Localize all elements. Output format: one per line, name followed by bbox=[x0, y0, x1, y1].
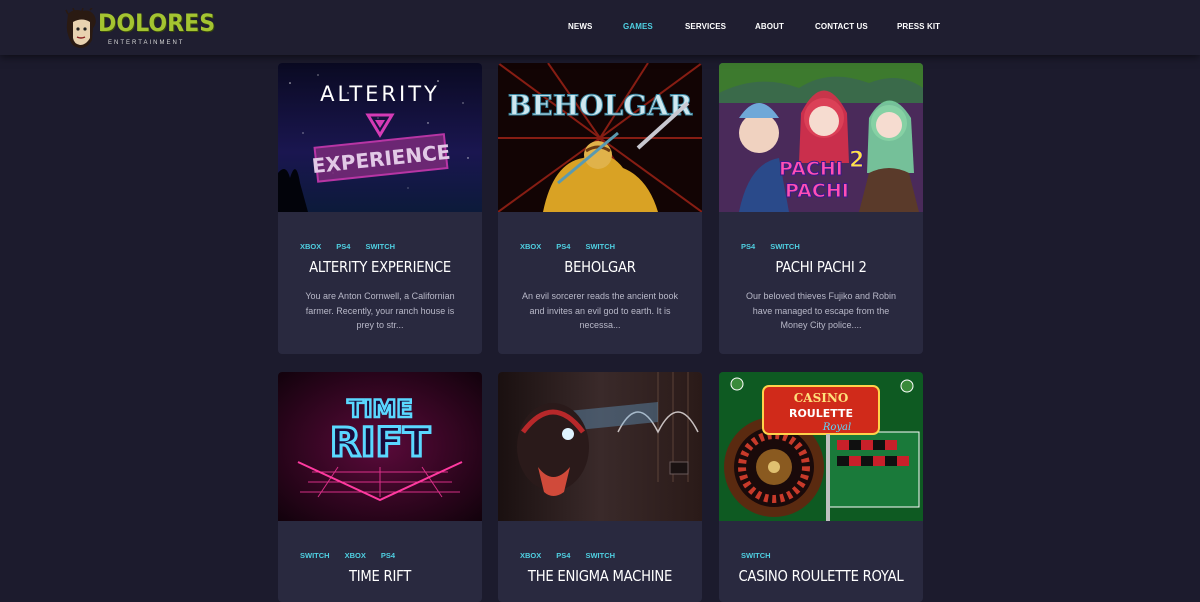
nav-item-games[interactable]: GAMES bbox=[623, 22, 653, 31]
game-cover-image[interactable] bbox=[498, 372, 702, 521]
cover-art-tagline: Royal bbox=[822, 422, 851, 433]
platform-tags: SWITCH bbox=[719, 545, 923, 563]
game-card[interactable]: ALTERITY EXPERIENCE XBOX PS4 SWITCH ALTERI… bbox=[278, 63, 482, 354]
game-description: You are Anton Cornwell, a Californian fa… bbox=[305, 291, 455, 330]
logo-subtitle: ENTERTAINMENT bbox=[108, 40, 185, 46]
platform-tags: XBOX PS4 SWITCH bbox=[498, 236, 702, 254]
platform-tag[interactable]: PS4 bbox=[741, 242, 755, 251]
platform-tag[interactable]: XBOX bbox=[520, 551, 541, 560]
platform-tag[interactable]: XBOX bbox=[345, 551, 366, 560]
game-description: Our beloved thieves Fujiko and Robin hav… bbox=[745, 291, 897, 330]
platform-tag[interactable]: SWITCH bbox=[300, 551, 330, 560]
game-cover-image[interactable]: ALTERITY EXPERIENCE bbox=[278, 63, 482, 212]
nav-item-services[interactable]: SERVICES bbox=[685, 22, 726, 31]
cover-art-title: BEHOLGAR bbox=[508, 89, 693, 122]
game-description: An evil sorcerer reads the ancient book … bbox=[521, 291, 679, 330]
platform-tag[interactable]: SWITCH bbox=[585, 551, 615, 560]
platform-tag[interactable]: PS4 bbox=[556, 551, 570, 560]
platform-tag[interactable]: SWITCH bbox=[365, 242, 395, 251]
game-title[interactable]: THE ENIGMA MACHINE bbox=[510, 567, 690, 585]
platform-tag[interactable]: SWITCH bbox=[741, 551, 771, 560]
site-header: DOLORES ENTERTAINMENT NEWS GAMES SERVICE… bbox=[0, 0, 1200, 55]
game-card[interactable]: CASINO ROULETTE Royal SWITCH CASINO ROUL… bbox=[719, 372, 923, 602]
game-title[interactable]: ALTERITY EXPERIENCE bbox=[290, 258, 470, 276]
platform-tag[interactable]: PS4 bbox=[336, 242, 350, 251]
platform-tag[interactable]: PS4 bbox=[381, 551, 395, 560]
cover-art-title-2: PACHI bbox=[785, 180, 849, 202]
cover-art-title: ALTERITY bbox=[320, 82, 440, 106]
logo-wordmark: DOLORES bbox=[98, 9, 216, 37]
game-cover-image[interactable]: BEHOLGAR bbox=[498, 63, 702, 212]
cover-art-title: PACHI bbox=[779, 158, 843, 180]
cover-art-subtitle: RIFT bbox=[330, 420, 431, 466]
game-card[interactable]: BEHOLGAR XBOX PS4 SWITCH BEHOLGAR An evil … bbox=[498, 63, 702, 354]
platform-tags: SWITCH XBOX PS4 bbox=[278, 545, 482, 563]
game-title[interactable]: TIME RIFT bbox=[290, 567, 470, 585]
logo-mascot-icon bbox=[65, 8, 96, 48]
platform-tags: XBOX PS4 SWITCH bbox=[498, 545, 702, 563]
nav-item-news[interactable]: NEWS bbox=[568, 22, 592, 31]
platform-tags: PS4 SWITCH bbox=[719, 236, 923, 254]
game-cover-image[interactable]: TIME RIFT bbox=[278, 372, 482, 521]
platform-tag[interactable]: XBOX bbox=[300, 242, 321, 251]
cover-art-title: CASINO bbox=[794, 391, 849, 405]
game-cover-image[interactable]: CASINO ROULETTE Royal bbox=[719, 372, 923, 521]
nav-item-press-kit[interactable]: PRESS KIT bbox=[897, 22, 940, 31]
platform-tag[interactable]: SWITCH bbox=[585, 242, 615, 251]
game-card[interactable]: XBOX PS4 SWITCH THE ENIGMA MACHINE bbox=[498, 372, 702, 602]
site-logo[interactable]: DOLORES ENTERTAINMENT bbox=[64, 6, 215, 52]
game-card[interactable]: TIME RIFT SWITCH XBOX PS4 TIME RIFT bbox=[278, 372, 482, 602]
game-title[interactable]: PACHI PACHI 2 bbox=[731, 258, 911, 276]
nav-item-contact-us[interactable]: CONTACT US bbox=[815, 22, 868, 31]
game-title[interactable]: CASINO ROULETTE ROYAL bbox=[731, 567, 911, 585]
cover-art-title: TIME bbox=[347, 395, 413, 423]
platform-tags: XBOX PS4 SWITCH bbox=[278, 236, 482, 254]
game-title[interactable]: BEHOLGAR bbox=[510, 258, 690, 276]
nav-item-about[interactable]: ABOUT bbox=[755, 22, 784, 31]
game-cover-image[interactable]: PACHI PACHI 2 bbox=[719, 63, 923, 212]
platform-tag[interactable]: SWITCH bbox=[770, 242, 800, 251]
platform-tag[interactable]: XBOX bbox=[520, 242, 541, 251]
game-card[interactable]: PACHI PACHI 2 PS4 SWITCH PACHI PACHI 2 Ou… bbox=[719, 63, 923, 354]
cover-art-number: 2 bbox=[849, 148, 864, 173]
platform-tag[interactable]: PS4 bbox=[556, 242, 570, 251]
cover-art-subtitle: ROULETTE bbox=[789, 407, 853, 420]
